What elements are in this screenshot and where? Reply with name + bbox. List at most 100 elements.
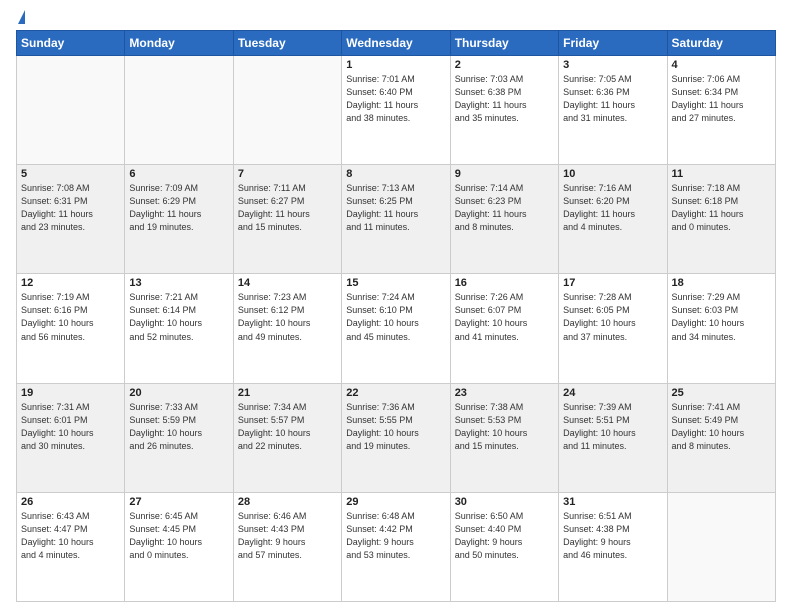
day-number: 8 [346, 168, 445, 180]
logo [16, 12, 25, 24]
calendar-week-row: 26 Sunrise: 6:43 AMSunset: 4:47 PMDayligh… [17, 492, 776, 601]
calendar-cell: 10 Sunrise: 7:16 AMSunset: 6:20 PMDayligh… [559, 165, 667, 274]
day-info: Sunrise: 7:01 AMSunset: 6:40 PMDaylight:… [346, 73, 445, 125]
calendar-cell: 29Sunrise: 6:48 AMSunset: 4:42 PMDayligh… [342, 492, 450, 601]
calendar-cell: 24 Sunrise: 7:39 AMSunset: 5:51 PMDayligh… [559, 383, 667, 492]
day-number: 16 [455, 277, 554, 289]
calendar-cell: 18 Sunrise: 7:29 AMSunset: 6:03 PMDayligh… [667, 274, 775, 383]
day-info: Sunrise: 7:28 AMSunset: 6:05 PMDaylight:… [563, 291, 662, 343]
day-info: Sunrise: 6:43 AMSunset: 4:47 PMDaylight:… [21, 510, 120, 562]
calendar-cell: 15 Sunrise: 7:24 AMSunset: 6:10 PMDayligh… [342, 274, 450, 383]
day-info: Sunrise: 7:39 AMSunset: 5:51 PMDaylight:… [563, 401, 662, 453]
day-number: 1 [346, 59, 445, 71]
day-info: Sunrise: 6:50 AMSunset: 4:40 PMDaylight:… [455, 510, 554, 562]
calendar-cell: 8 Sunrise: 7:13 AMSunset: 6:25 PMDaylight… [342, 165, 450, 274]
day-number: 19 [21, 387, 120, 399]
day-number: 6 [129, 168, 228, 180]
calendar-cell: 27Sunrise: 6:45 AMSunset: 4:45 PMDayligh… [125, 492, 233, 601]
day-number: 9 [455, 168, 554, 180]
day-info: Sunrise: 7:09 AMSunset: 6:29 PMDaylight:… [129, 182, 228, 234]
calendar-cell [125, 56, 233, 165]
calendar-week-row: 1 Sunrise: 7:01 AMSunset: 6:40 PMDaylight… [17, 56, 776, 165]
logo-triangle-icon [18, 10, 25, 24]
calendar-table: SundayMondayTuesdayWednesdayThursdayFrid… [16, 30, 776, 602]
day-number: 15 [346, 277, 445, 289]
day-info: Sunrise: 7:38 AMSunset: 5:53 PMDaylight:… [455, 401, 554, 453]
calendar-cell: 11 Sunrise: 7:18 AMSunset: 6:18 PMDayligh… [667, 165, 775, 274]
day-info: Sunrise: 7:41 AMSunset: 5:49 PMDaylight:… [672, 401, 771, 453]
day-number: 7 [238, 168, 337, 180]
page: SundayMondayTuesdayWednesdayThursdayFrid… [0, 0, 792, 612]
day-number: 20 [129, 387, 228, 399]
calendar-week-row: 5 Sunrise: 7:08 AMSunset: 6:31 PMDaylight… [17, 165, 776, 274]
calendar-cell: 25Sunrise: 7:41 AMSunset: 5:49 PMDayligh… [667, 383, 775, 492]
day-number: 11 [672, 168, 771, 180]
calendar-cell [667, 492, 775, 601]
day-info: Sunrise: 7:08 AMSunset: 6:31 PMDaylight:… [21, 182, 120, 234]
calendar-header-wednesday: Wednesday [342, 31, 450, 56]
calendar-cell: 5 Sunrise: 7:08 AMSunset: 6:31 PMDaylight… [17, 165, 125, 274]
day-number: 18 [672, 277, 771, 289]
calendar-cell: 14 Sunrise: 7:23 AMSunset: 6:12 PMDayligh… [233, 274, 341, 383]
day-info: Sunrise: 7:31 AMSunset: 6:01 PMDaylight:… [21, 401, 120, 453]
calendar-cell: 17 Sunrise: 7:28 AMSunset: 6:05 PMDayligh… [559, 274, 667, 383]
day-info: Sunrise: 7:24 AMSunset: 6:10 PMDaylight:… [346, 291, 445, 343]
day-info: Sunrise: 6:51 AMSunset: 4:38 PMDaylight:… [563, 510, 662, 562]
day-info: Sunrise: 7:11 AMSunset: 6:27 PMDaylight:… [238, 182, 337, 234]
day-number: 26 [21, 496, 120, 508]
day-number: 12 [21, 277, 120, 289]
day-number: 21 [238, 387, 337, 399]
day-number: 24 [563, 387, 662, 399]
day-number: 10 [563, 168, 662, 180]
day-number: 4 [672, 59, 771, 71]
calendar-cell: 28 Sunrise: 6:46 AMSunset: 4:43 PMDayligh… [233, 492, 341, 601]
calendar-cell: 21 Sunrise: 7:34 AMSunset: 5:57 PMDayligh… [233, 383, 341, 492]
day-info: Sunrise: 7:06 AMSunset: 6:34 PMDaylight:… [672, 73, 771, 125]
day-info: Sunrise: 7:03 AMSunset: 6:38 PMDaylight:… [455, 73, 554, 125]
calendar-cell: 2Sunrise: 7:03 AMSunset: 6:38 PMDaylight… [450, 56, 558, 165]
calendar-cell: 31 Sunrise: 6:51 AMSunset: 4:38 PMDayligh… [559, 492, 667, 601]
day-number: 31 [563, 496, 662, 508]
calendar-cell: 13 Sunrise: 7:21 AMSunset: 6:14 PMDayligh… [125, 274, 233, 383]
day-number: 5 [21, 168, 120, 180]
calendar-header-thursday: Thursday [450, 31, 558, 56]
day-info: Sunrise: 7:34 AMSunset: 5:57 PMDaylight:… [238, 401, 337, 453]
day-number: 14 [238, 277, 337, 289]
day-info: Sunrise: 7:14 AMSunset: 6:23 PMDaylight:… [455, 182, 554, 234]
day-info: Sunrise: 7:13 AMSunset: 6:25 PMDaylight:… [346, 182, 445, 234]
calendar-header-saturday: Saturday [667, 31, 775, 56]
calendar-header-tuesday: Tuesday [233, 31, 341, 56]
calendar-cell: 7 Sunrise: 7:11 AMSunset: 6:27 PMDaylight… [233, 165, 341, 274]
day-info: Sunrise: 6:46 AMSunset: 4:43 PMDaylight:… [238, 510, 337, 562]
calendar-header-row: SundayMondayTuesdayWednesdayThursdayFrid… [17, 31, 776, 56]
day-number: 3 [563, 59, 662, 71]
day-info: Sunrise: 7:33 AMSunset: 5:59 PMDaylight:… [129, 401, 228, 453]
day-info: Sunrise: 6:45 AMSunset: 4:45 PMDaylight:… [129, 510, 228, 562]
day-number: 17 [563, 277, 662, 289]
calendar-cell: 23 Sunrise: 7:38 AMSunset: 5:53 PMDayligh… [450, 383, 558, 492]
day-number: 28 [238, 496, 337, 508]
calendar-cell: 9 Sunrise: 7:14 AMSunset: 6:23 PMDaylight… [450, 165, 558, 274]
calendar-cell: 30Sunrise: 6:50 AMSunset: 4:40 PMDayligh… [450, 492, 558, 601]
calendar-cell: 22 Sunrise: 7:36 AMSunset: 5:55 PMDayligh… [342, 383, 450, 492]
day-number: 13 [129, 277, 228, 289]
calendar-cell: 12 Sunrise: 7:19 AMSunset: 6:16 PMDayligh… [17, 274, 125, 383]
day-info: Sunrise: 7:23 AMSunset: 6:12 PMDaylight:… [238, 291, 337, 343]
calendar-cell [233, 56, 341, 165]
day-info: Sunrise: 7:36 AMSunset: 5:55 PMDaylight:… [346, 401, 445, 453]
calendar-cell: 4 Sunrise: 7:06 AMSunset: 6:34 PMDaylight… [667, 56, 775, 165]
calendar-header-sunday: Sunday [17, 31, 125, 56]
calendar-cell: 26 Sunrise: 6:43 AMSunset: 4:47 PMDayligh… [17, 492, 125, 601]
day-info: Sunrise: 7:16 AMSunset: 6:20 PMDaylight:… [563, 182, 662, 234]
calendar-cell: 3Sunrise: 7:05 AMSunset: 6:36 PMDaylight… [559, 56, 667, 165]
day-info: Sunrise: 7:21 AMSunset: 6:14 PMDaylight:… [129, 291, 228, 343]
day-info: Sunrise: 7:29 AMSunset: 6:03 PMDaylight:… [672, 291, 771, 343]
calendar-week-row: 19 Sunrise: 7:31 AMSunset: 6:01 PMDayligh… [17, 383, 776, 492]
day-number: 22 [346, 387, 445, 399]
calendar-cell: 20 Sunrise: 7:33 AMSunset: 5:59 PMDayligh… [125, 383, 233, 492]
day-info: Sunrise: 7:26 AMSunset: 6:07 PMDaylight:… [455, 291, 554, 343]
day-info: Sunrise: 7:18 AMSunset: 6:18 PMDaylight:… [672, 182, 771, 234]
calendar-cell: 16 Sunrise: 7:26 AMSunset: 6:07 PMDayligh… [450, 274, 558, 383]
day-info: Sunrise: 7:19 AMSunset: 6:16 PMDaylight:… [21, 291, 120, 343]
day-number: 23 [455, 387, 554, 399]
